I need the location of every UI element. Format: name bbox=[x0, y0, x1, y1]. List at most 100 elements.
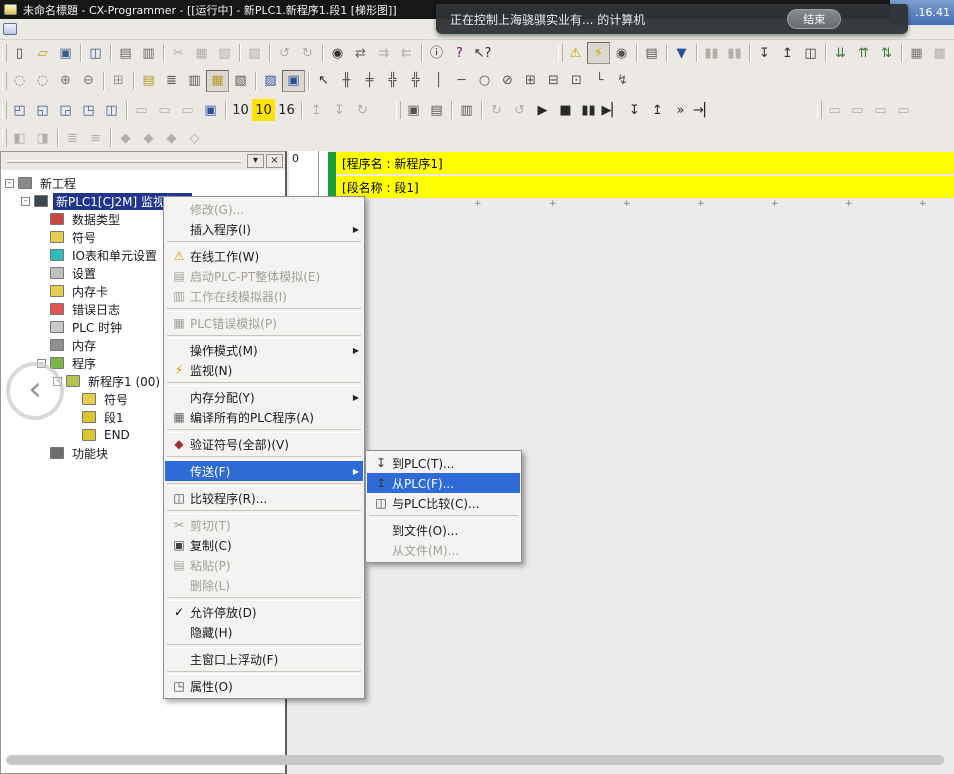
tree-expander-icon[interactable] bbox=[37, 287, 46, 296]
menu-item-insert-program[interactable]: 插入程序(I) ▶ bbox=[165, 219, 363, 239]
menu-item-memory-allocation[interactable]: 内存分配(Y) ▶ bbox=[165, 387, 363, 407]
tile-vertical-button[interactable]: ◲ bbox=[54, 99, 77, 121]
step-run-button[interactable]: ▶▏ bbox=[600, 99, 623, 121]
help-button[interactable]: ? bbox=[448, 42, 471, 64]
cascade-windows-button[interactable]: ◰ bbox=[8, 99, 31, 121]
set-mark-button[interactable]: ◆ bbox=[114, 127, 137, 149]
continuous-step-button[interactable]: » bbox=[669, 99, 692, 121]
menu-edit[interactable] bbox=[39, 20, 55, 38]
context-menu-item[interactable] bbox=[165, 306, 363, 313]
download-to-plc-button[interactable]: ↧ bbox=[753, 42, 776, 64]
menu-item-compare-program[interactable]: ◫ 比较程序(R)... bbox=[165, 488, 363, 508]
rung-down-button[interactable]: ≡ bbox=[84, 127, 107, 149]
ladder-view-button[interactable]: ▦ bbox=[206, 70, 229, 92]
contact-tool-button[interactable]: ╫ bbox=[335, 70, 358, 92]
tree-expander-icon[interactable] bbox=[37, 323, 46, 332]
tree-expander-icon[interactable] bbox=[37, 233, 46, 242]
panel-close-button[interactable]: × bbox=[266, 154, 283, 168]
zoom-region-button[interactable]: ◌ bbox=[31, 70, 54, 92]
mnemonic-view-button[interactable]: ▨ bbox=[259, 70, 282, 92]
transfer-symbols-button[interactable]: ⇅ bbox=[875, 42, 898, 64]
zoom-out-button[interactable]: ⊖ bbox=[77, 70, 100, 92]
menu-item-hide[interactable]: 隐藏(H) bbox=[165, 622, 363, 642]
menu-item-monitor[interactable]: ⚡ 监视(N) bbox=[165, 360, 363, 380]
indent-rung-button[interactable]: ◨ bbox=[31, 127, 54, 149]
context-menu-item[interactable] bbox=[165, 454, 363, 461]
submenu-item-to-file[interactable]: 到文件(O)... bbox=[367, 520, 520, 540]
submenu-item-from-file[interactable]: 从文件(M)... bbox=[367, 540, 520, 560]
select-tool-button[interactable]: ↖ bbox=[312, 70, 335, 92]
redo-button[interactable]: ↻ bbox=[296, 42, 319, 64]
fb-parameter-tool-button[interactable]: ⊟ bbox=[542, 70, 565, 92]
arrange-icons-button[interactable]: ◳ bbox=[77, 99, 100, 121]
function-block-tool-button[interactable]: ⊞ bbox=[519, 70, 542, 92]
print-preview-button[interactable]: ▥ bbox=[137, 42, 160, 64]
coil-tool-button[interactable]: ○ bbox=[473, 70, 496, 92]
menu-item-transfer[interactable]: 传送(F) ▶ bbox=[165, 461, 363, 481]
online-edit-button[interactable]: ▤ bbox=[640, 42, 663, 64]
simulator-transfer-button[interactable]: ▤ bbox=[425, 99, 448, 121]
address-reference-button[interactable]: ▥ bbox=[183, 70, 206, 92]
go-previous-button[interactable]: ↥ bbox=[305, 99, 328, 121]
rung-up-button[interactable]: ≣ bbox=[61, 127, 84, 149]
decimal-monitor-button[interactable]: 10 bbox=[229, 99, 252, 121]
cut-button[interactable]: ✂ bbox=[167, 42, 190, 64]
step-out-button[interactable]: ↥ bbox=[646, 99, 669, 121]
pause-button[interactable]: ▮▮ bbox=[723, 42, 746, 64]
paste-special-button[interactable]: ▨ bbox=[243, 42, 266, 64]
tree-expander-icon[interactable] bbox=[37, 341, 46, 350]
context-menu-item[interactable] bbox=[165, 508, 363, 515]
local-window-button[interactable]: ▭ bbox=[176, 99, 199, 121]
tree-expander-icon[interactable] bbox=[37, 251, 46, 260]
force-status-button[interactable]: ▼ bbox=[670, 42, 693, 64]
io-panel-button[interactable]: ▭ bbox=[823, 99, 846, 121]
monitor-data-button[interactable]: ▧ bbox=[229, 70, 252, 92]
tree-item-project[interactable]: - 新工程 bbox=[1, 174, 285, 192]
new-file-button[interactable]: ▯ bbox=[8, 42, 31, 64]
context-menu-item[interactable] bbox=[165, 239, 363, 246]
find-next-button[interactable]: ⇉ bbox=[372, 42, 395, 64]
cross-reference-button[interactable]: ▭ bbox=[153, 99, 176, 121]
tree-expander-icon[interactable] bbox=[69, 395, 78, 404]
work-online-button[interactable]: ⚠ bbox=[564, 42, 587, 64]
context-menu-item[interactable] bbox=[165, 380, 363, 387]
find-prev-button[interactable]: ⇇ bbox=[395, 42, 418, 64]
hex-monitor-button[interactable]: 16 bbox=[275, 99, 298, 121]
prev-mark-button[interactable]: ◆ bbox=[160, 127, 183, 149]
context-help-button[interactable]: ↖? bbox=[471, 42, 494, 64]
coil-not-tool-button[interactable]: ⊘ bbox=[496, 70, 519, 92]
simulator-online-button[interactable]: ▣ bbox=[402, 99, 425, 121]
tree-expander-icon[interactable] bbox=[37, 449, 46, 458]
or-contact-not-tool-button[interactable]: ╬ bbox=[404, 70, 427, 92]
clear-mark-button[interactable]: ◇ bbox=[183, 127, 206, 149]
delete-line-tool-button[interactable]: ↯ bbox=[611, 70, 634, 92]
menu-item-compile-all[interactable]: ▦ 编译所有的PLC程序(A) bbox=[165, 407, 363, 427]
about-button[interactable]: ⓘ bbox=[425, 42, 448, 64]
context-menu-item[interactable] bbox=[165, 669, 363, 676]
transfer-settings-button[interactable]: ⇈ bbox=[852, 42, 875, 64]
menu-item-work-online[interactable]: ⚠ 在线工作(W) bbox=[165, 246, 363, 266]
tree-expander-icon[interactable] bbox=[69, 413, 78, 422]
scan-run-button[interactable]: →▏ bbox=[692, 99, 715, 121]
menu-item-allow-docking[interactable]: ✓ 允许停放(D) bbox=[165, 602, 363, 622]
step-in-button[interactable]: ↧ bbox=[623, 99, 646, 121]
submenu-item-to-plc[interactable]: ↧ 到PLC(T)... bbox=[367, 453, 520, 473]
horizontal-line-tool-button[interactable]: ─ bbox=[450, 70, 473, 92]
menu-item-verify-symbols[interactable]: ◆ 验证符号(全部)(V) bbox=[165, 434, 363, 454]
go-next-button[interactable]: ↧ bbox=[328, 99, 351, 121]
submenu-item[interactable] bbox=[367, 513, 520, 520]
zoom-tool-button[interactable]: ◌ bbox=[8, 70, 31, 92]
menu-plc[interactable] bbox=[103, 20, 119, 38]
menu-item-modify[interactable]: 修改(G)... bbox=[165, 199, 363, 219]
find-button[interactable]: ◉ bbox=[326, 42, 349, 64]
panel-grip[interactable] bbox=[7, 160, 241, 163]
compare-with-plc-button[interactable]: ◫ bbox=[799, 42, 822, 64]
menu-tools[interactable] bbox=[135, 20, 151, 38]
print-button[interactable]: ▤ bbox=[114, 42, 137, 64]
replace-button[interactable]: ⇄ bbox=[349, 42, 372, 64]
panel-menu-button[interactable]: ▾ bbox=[247, 154, 264, 168]
context-menu-item[interactable] bbox=[165, 595, 363, 602]
pause-monitor-button[interactable]: ▮▮ bbox=[700, 42, 723, 64]
signed-decimal-monitor-button[interactable]: 10 bbox=[252, 99, 275, 121]
horizontal-scrollbar[interactable] bbox=[6, 755, 944, 765]
